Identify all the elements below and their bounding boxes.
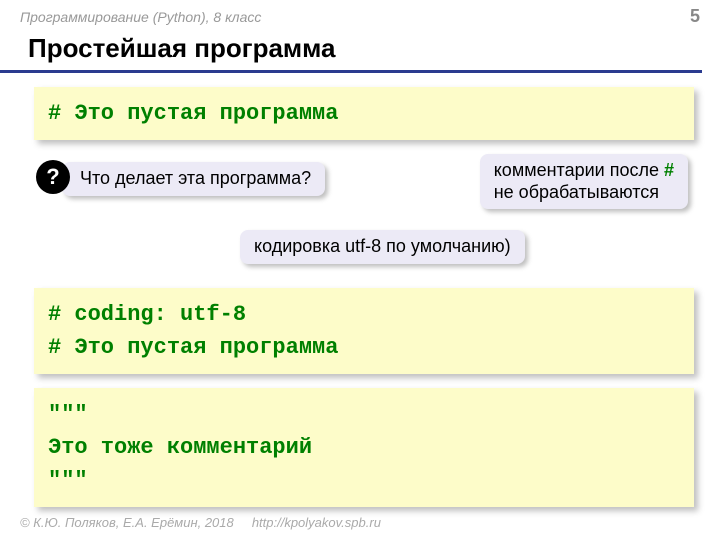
course-label: Программирование (Python), 8 класс [20,9,261,25]
callout-text-a: комментарии после [494,160,664,180]
page-title: Простейшая программа [0,29,702,73]
callout-row-2: кодировка utf-8 по умолчанию) [0,224,720,280]
copyright: © К.Ю. Поляков, Е.А. Ерёмин, 2018 [20,515,234,530]
code-block-3: """ Это тоже комментарий """ [34,388,694,507]
code-line: # Это пустая программа [48,331,680,364]
footer: © К.Ю. Поляков, Е.А. Ерёмин, 2018 http:/… [20,515,381,530]
hash-symbol: # [664,160,674,180]
code-line: # Это пустая программа [48,101,338,126]
code-line: # coding: utf-8 [48,298,680,331]
callout-row-1: ? Что делает эта программа? комментарии … [0,154,720,216]
code-block-2: # coding: utf-8 # Это пустая программа [34,288,694,374]
comment-callout: комментарии после # не обрабатываются [480,154,688,209]
question-badge-icon: ? [36,160,70,194]
page-number: 5 [690,6,700,27]
question-callout: Что делает эта программа? [62,162,325,196]
footer-url: http://kpolyakov.spb.ru [252,515,381,530]
header: Программирование (Python), 8 класс 5 [0,0,720,29]
code-line: """ [48,464,680,497]
callout-text-b: не обрабатываются [494,182,659,202]
code-block-1: # Это пустая программа [34,87,694,140]
code-line: """ [48,398,680,431]
encoding-callout: кодировка utf-8 по умолчанию) [240,230,525,264]
code-line: Это тоже комментарий [48,431,680,464]
